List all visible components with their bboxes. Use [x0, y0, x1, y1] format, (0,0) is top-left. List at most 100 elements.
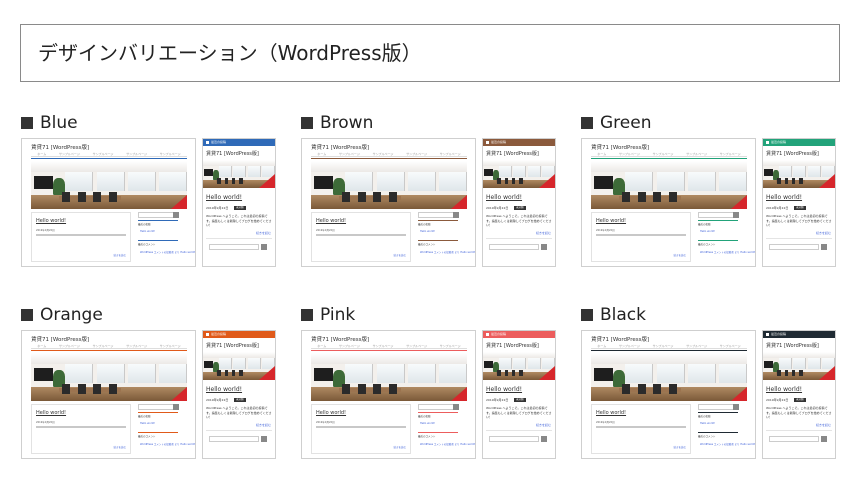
pc-preview-thumbnail[interactable]: 賃貸71 [WordPress版] ホーム サンプルページ サンプルページ サンプルペー… — [581, 138, 756, 267]
photo-chair — [231, 369, 236, 377]
photo-monitor — [764, 168, 774, 177]
preview-post-title: Hello world! — [596, 410, 627, 416]
square-bullet-icon — [21, 117, 33, 129]
photo-chair — [799, 369, 803, 377]
preview-sidebar-rule — [698, 432, 738, 433]
preview-mobile-topbar-label: 最近の投稿 — [771, 332, 787, 336]
variant-heading: Green — [581, 112, 651, 134]
preview-divider — [766, 430, 832, 431]
preview-accent-bar — [591, 158, 747, 159]
preview-category-badge: 未分類 — [234, 398, 246, 402]
photo-monitor — [764, 360, 774, 369]
photo-monitor — [204, 360, 214, 369]
photo-chair — [791, 177, 796, 185]
preview-site-title: 賃貸71 [WordPress版] — [591, 337, 650, 343]
preview-site-title: 賃貸71 [WordPress版] — [311, 337, 370, 343]
preview-nav-item: サンプルページ — [652, 152, 674, 156]
preview-post-title: Hello world! — [486, 386, 523, 393]
preview-sidebar-recent-link: Hello world! — [140, 422, 156, 425]
preview-search-field — [489, 244, 539, 250]
sp-preview-thumbnail[interactable]: 最近の投稿 賃貸71 [WordPress版] Hello world! 2019年9… — [762, 330, 836, 459]
photo-window — [498, 358, 512, 370]
photo-window — [407, 171, 436, 191]
preview-nav-item: サンプルページ — [719, 152, 741, 156]
preview-post-body — [316, 426, 406, 428]
preview-read-more: 続きを読む — [815, 423, 831, 427]
preview-nav-item: サンプルページ — [686, 152, 708, 156]
office-photo — [591, 353, 747, 401]
preview-sidebar-comments-link: WordPress コメントの投稿者 より Hello world! — [700, 251, 756, 254]
photo-chair — [497, 369, 501, 377]
photo-window — [65, 171, 94, 191]
pc-preview-thumbnail[interactable]: 賃貸71 [WordPress版] ホーム サンプルページ サンプルページ サンプルペー… — [581, 330, 756, 459]
variant-name: Green — [600, 113, 652, 133]
photo-chair — [357, 383, 366, 395]
preview-post-box: Hello world! 2019年9月22日 続きを読む — [31, 404, 131, 454]
photo-chair — [389, 191, 397, 203]
photo-chair — [77, 383, 86, 395]
variant-pink: Pink 賃貸71 [WordPress版] ホーム サンプルページ サンプルページ サン… — [301, 304, 561, 474]
photo-chair — [231, 177, 236, 185]
pc-preview-thumbnail[interactable]: 賃貸71 [WordPress版] ホーム サンプルページ サンプルページ サンプルペー… — [301, 330, 476, 459]
preview-nav-item: ホーム — [317, 152, 327, 156]
preview-post-title: Hello world! — [316, 410, 347, 416]
photo-chair — [784, 369, 789, 377]
preview-read-more: 続きを読む — [393, 446, 406, 449]
photo-window — [376, 363, 405, 383]
preview-sidebar-recent-title: 最近の投稿 — [418, 223, 431, 226]
variant-brown: Brown 賃貸71 [WordPress版] ホーム サンプルページ サンプルページサ… — [301, 112, 561, 282]
preview-search-icon — [261, 244, 267, 250]
photo-monitor — [314, 368, 333, 381]
photo-chair — [637, 191, 646, 203]
photo-window — [65, 363, 94, 383]
photo-red-accent — [731, 195, 747, 209]
sp-preview-thumbnail[interactable]: 最近の投稿 賃貸71 [WordPress版] Hello world! 2019年9… — [202, 138, 276, 267]
preview-sidebar-recent-title: 最近の投稿 — [138, 415, 151, 418]
photo-window — [158, 171, 187, 191]
variant-heading: Brown — [301, 112, 373, 134]
photo-red-accent — [731, 387, 747, 401]
page-title: デザインバリエーション（WordPress版） — [38, 41, 422, 65]
preview-sidebar-comments-title: 最近のコメント — [418, 243, 436, 246]
photo-chair — [637, 383, 646, 395]
pc-preview-thumbnail[interactable]: 賃貸71 [WordPress版] ホーム サンプルページ サンプルページ サンプルペー… — [301, 138, 476, 267]
preview-nav-item: サンプルページ — [652, 344, 674, 348]
menu-icon — [486, 333, 489, 336]
preview-post-box: Hello world! 2019年9月22日 続きを読む — [311, 404, 411, 454]
photo-window — [345, 363, 374, 383]
preview-mobile-topbar-label: 最近の投稿 — [211, 332, 227, 336]
preview-sidebar-recent-title: 最近の投稿 — [418, 415, 431, 418]
photo-red-accent — [451, 387, 467, 401]
photo-chair — [224, 369, 229, 377]
preview-post-date: 2019年9月22日 — [766, 206, 789, 210]
preview-post-text: WordPress へようこそ。これは最初の投稿です。編集もしくは削除してブログ… — [766, 406, 832, 419]
sp-preview-thumbnail[interactable]: 最近の投稿 賃貸71 [WordPress版] Hello world! 2019年9… — [482, 330, 556, 459]
office-photo — [483, 160, 555, 188]
pc-preview-thumbnail[interactable]: 賃貸71 [WordPress版] ホーム サンプルページ サンプルページ サンプルペー… — [21, 138, 196, 267]
variant-orange: Orange 賃貸71 [WordPress版] ホーム サンプルページ サンプルページ… — [21, 304, 281, 474]
photo-chair — [109, 191, 117, 203]
preview-accent-bar — [311, 158, 467, 159]
preview-sidebar-rule — [698, 220, 738, 221]
preview-post-meta: 2019年9月22日 — [316, 229, 335, 232]
preview-mobile-topbar: 最近の投稿 — [763, 331, 835, 338]
sp-preview-thumbnail[interactable]: 最近の投稿 賃貸71 [WordPress版] Hello world! 2019年9… — [762, 138, 836, 267]
preview-post-text: WordPress へようこそ。これは最初の投稿です。編集もしくは削除してブログ… — [206, 214, 272, 227]
pc-preview-thumbnail[interactable]: 賃貸71 [WordPress版] ホーム サンプルページ サンプルページ サンプルペー… — [21, 330, 196, 459]
preview-nav-item: ホーム — [37, 344, 47, 348]
preview-sidebar-rule — [698, 240, 738, 241]
variant-green: Green 賃貸71 [WordPress版] ホーム サンプルページ サンプルページサ… — [581, 112, 841, 282]
preview-search-icon — [821, 436, 827, 442]
sp-preview-thumbnail[interactable]: 最近の投稿 賃貸71 [WordPress版] Hello world! 2019年9… — [482, 138, 556, 267]
photo-monitor — [314, 176, 333, 189]
preview-search-field — [209, 436, 259, 442]
photo-chair — [239, 369, 243, 377]
square-bullet-icon — [21, 309, 33, 321]
photo-monitor — [204, 168, 214, 177]
sp-preview-thumbnail[interactable]: 最近の投稿 賃貸71 [WordPress版] Hello world! 2019年9… — [202, 330, 276, 459]
variant-name: Orange — [40, 305, 103, 325]
photo-window — [127, 171, 156, 191]
preview-post-title: Hello world! — [766, 194, 803, 201]
preview-accent-bar — [31, 158, 187, 159]
preview-post-title: Hello world! — [206, 194, 243, 201]
